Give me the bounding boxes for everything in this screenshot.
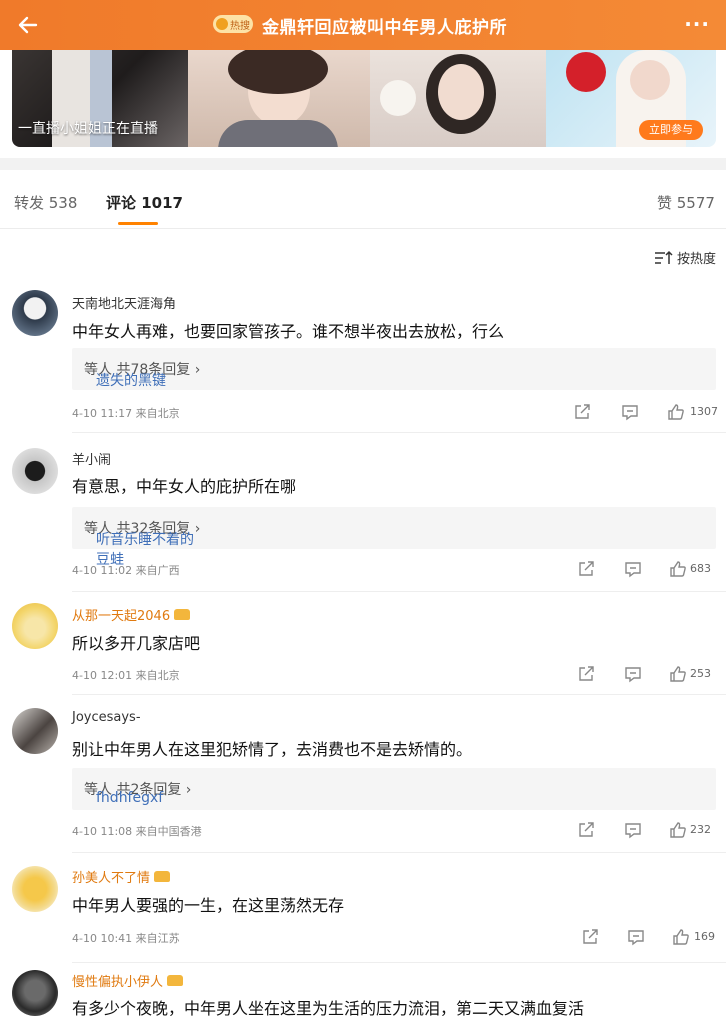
avatar[interactable] [12,866,58,912]
like-count: 232 [690,823,711,836]
username[interactable]: 天南地北天涯海角 [72,293,176,312]
comment-text: 有意思，中年女人的庇护所在哪 [72,477,297,496]
comment-location: 来自广西 [135,564,180,577]
like-icon[interactable] [668,820,688,840]
username-text: 孙美人不了情 [72,871,151,886]
share-icon[interactable] [576,664,596,684]
replies-preview[interactable]: 听音乐睡不着的豆蛙 等人 共32条回复 › [72,507,716,568]
username-text: 从那一天起2046 [72,609,171,624]
comment-text: 别让中年男人在这里犯矫情了，去消费也不是去矫情的。 [72,740,473,759]
comment-icon[interactable] [623,559,643,579]
divider [72,591,726,592]
username[interactable]: 从那一天起2046 [72,605,191,624]
like-count: 683 [690,562,711,575]
hot-search-badge: 热搜 [213,15,253,33]
divider [0,158,726,170]
sort-button[interactable]: 按热度 [654,248,716,267]
sort-label: 按热度 [676,252,716,267]
comment-time: 4-10 11:17 [72,407,133,420]
avatar[interactable] [12,603,58,649]
comment-location: 来自北京 [135,407,180,420]
tab-bar: 转发 538 评论 1017 赞 5577 [0,170,726,229]
like-count: 1307 [690,405,718,418]
username[interactable]: 慢性偏执小伊人 [72,971,184,990]
username[interactable]: 孙美人不了情 [72,867,171,886]
banner-photo [370,50,546,147]
avatar[interactable] [12,448,58,494]
like-icon[interactable] [671,927,691,947]
tab-repost[interactable]: 转发 538 [14,192,77,213]
avatar[interactable] [12,708,58,754]
comment-location: 来自江苏 [135,932,180,945]
comment-meta: 4-10 12:01 来自北京 [72,667,180,683]
share-icon[interactable] [576,559,596,579]
crown-icon [154,871,171,882]
comment-meta: 4-10 11:17 来自北京 [72,405,180,421]
comment-text: 中年男人要强的一生，在这里荡然无存 [72,896,345,915]
like-icon[interactable] [668,664,688,684]
username[interactable]: Joycesays- [72,710,141,725]
sort-icon [654,250,673,264]
divider [72,432,726,433]
share-icon[interactable] [580,927,600,947]
comment-text: 所以多开几家店吧 [72,634,201,653]
comment-actions: 683 [572,559,722,579]
share-icon[interactable] [576,820,596,840]
comment-location: 来自中国香港 [135,825,202,838]
comment-icon[interactable] [620,402,640,422]
live-banner-text: 一直播小姐姐正在直播 [18,121,158,137]
comment-location: 来自北京 [135,669,180,682]
active-tab-indicator [118,222,158,225]
comment-actions: 1307 [572,402,722,422]
replies-preview[interactable]: fhdhfegxf 等人 共2条回复 › [72,768,716,810]
comment-actions: 169 [572,927,722,947]
comment-meta: 4-10 10:41 来自江苏 [72,930,180,946]
share-icon[interactable] [572,402,592,422]
reply-user[interactable]: fhdhfegxf [96,790,163,806]
tab-comments-label: 评论 1017 [106,194,183,212]
reply-user[interactable]: 遗失的黑键 [96,370,166,390]
top-bar: 热搜 金鼎轩回应被叫中年男人庇护所 ··· [0,0,726,50]
like-icon[interactable] [668,559,688,579]
like-icon[interactable] [666,402,686,422]
comment-text: 中年女人再难，也要回家管孩子。谁不想半夜出去放松，行么 [72,322,505,341]
comment-text: 有多少个夜晚，中年男人坐在这里为生活的压力流泪，第二天又满血复活 [72,999,585,1018]
username[interactable]: 羊小闹 [72,449,111,468]
comment-time: 4-10 11:02 [72,564,133,577]
back-arrow-icon[interactable] [14,10,44,40]
crown-icon [174,609,191,620]
comment-time: 4-10 11:08 [72,825,133,838]
comment-icon[interactable] [626,927,646,947]
tab-comments[interactable]: 评论 1017 [106,192,183,213]
join-button[interactable]: 立即参与 [639,120,703,140]
comment-time: 4-10 12:01 [72,669,133,682]
like-count: 253 [690,667,711,680]
more-icon[interactable]: ··· [684,12,710,36]
avatar[interactable] [12,290,58,336]
comment-icon[interactable] [623,664,643,684]
comment-meta: 4-10 11:02 来自广西 [72,562,180,578]
comment-actions: 253 [572,664,722,684]
comment-meta: 4-10 11:08 来自中国香港 [72,823,202,839]
tab-likes[interactable]: 赞 5577 [657,192,715,213]
page-title: 金鼎轩回应被叫中年男人庇护所 [262,18,507,38]
username-text: 慢性偏执小伊人 [72,975,164,990]
crown-icon [167,975,184,986]
banner-photo [188,50,370,147]
comment-actions: 232 [572,820,722,840]
divider [72,852,726,853]
like-count: 169 [694,930,715,943]
comment-time: 4-10 10:41 [72,932,133,945]
avatar[interactable] [12,970,58,1016]
comment-icon[interactable] [623,820,643,840]
replies-preview[interactable]: 遗失的黑键 等人 共78条回复 › [72,348,716,390]
divider [72,694,726,695]
divider [72,962,726,963]
